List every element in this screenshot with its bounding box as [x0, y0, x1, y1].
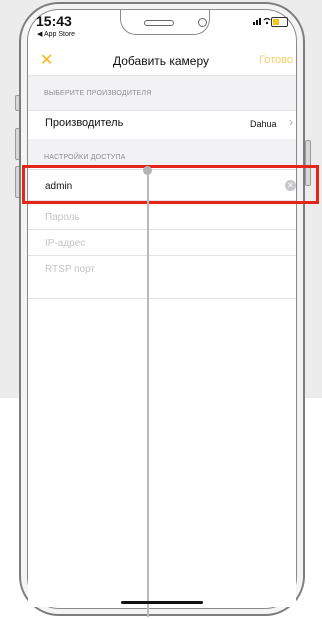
- chevron-right-icon: ›: [289, 115, 293, 129]
- pointer-line: [147, 169, 149, 617]
- front-camera-icon: [198, 18, 207, 27]
- empty-content-area: [28, 299, 296, 607]
- vendor-label: Производитель: [45, 117, 124, 129]
- section-label-vendor: ВЫБЕРИТЕ ПРОИЗВОДИТЕЛЯ: [44, 90, 152, 97]
- status-time: 15:43: [36, 13, 72, 29]
- highlight-box: [22, 165, 319, 204]
- home-indicator[interactable]: [121, 601, 203, 604]
- done-button[interactable]: Готово: [259, 54, 293, 66]
- back-to-app-store-link[interactable]: ◀ App Store: [37, 30, 75, 38]
- section-label-access: НАСТРОЙКИ ДОСТУПА: [44, 154, 126, 161]
- rtsp-port-field[interactable]: [28, 256, 296, 299]
- rtsp-port-placeholder: RTSP порт: [45, 264, 95, 275]
- battery-icon: [271, 17, 288, 27]
- speaker-icon: [144, 20, 174, 26]
- vendor-value: Dahua: [250, 119, 277, 129]
- pointer-dot: [143, 166, 152, 175]
- signal-wifi-icon: [253, 16, 271, 27]
- password-placeholder: Пароль: [45, 212, 80, 223]
- ip-address-placeholder: IP-адрес: [45, 238, 86, 249]
